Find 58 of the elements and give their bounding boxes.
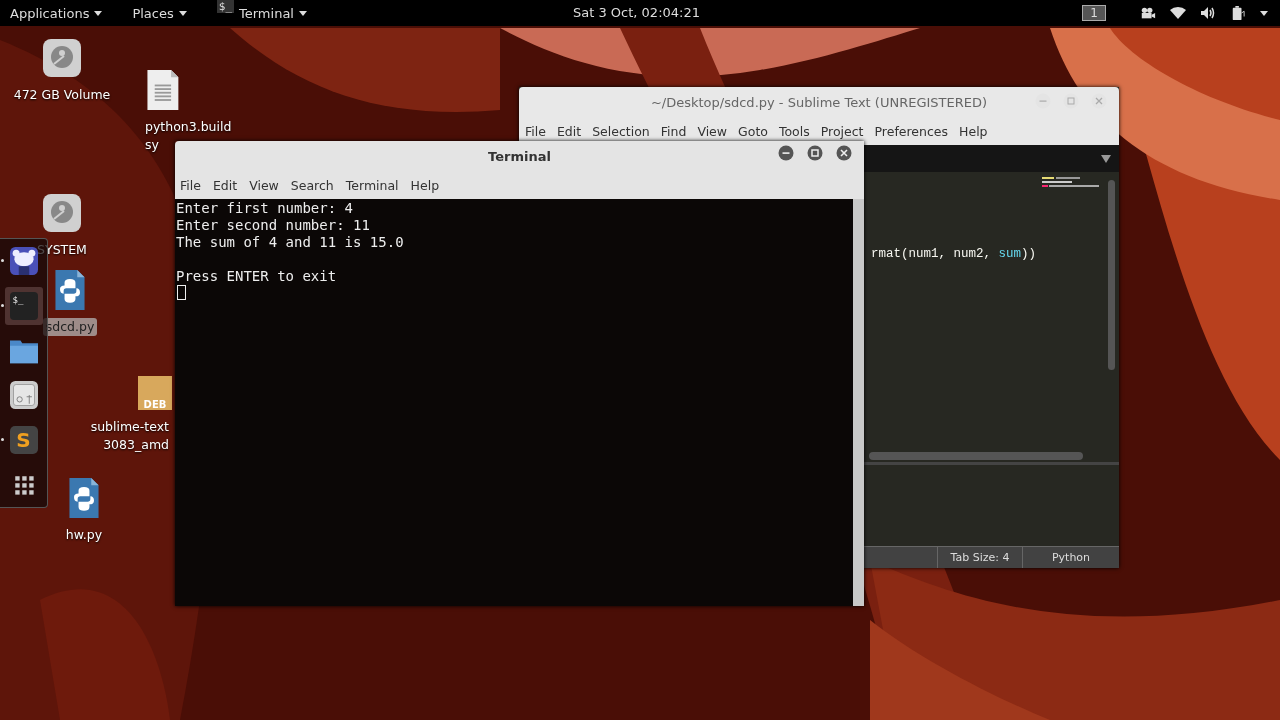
close-button[interactable] — [836, 145, 852, 161]
caret-icon — [298, 10, 307, 16]
file-label: sublime-text — [89, 418, 170, 436]
caret-icon[interactable] — [1260, 10, 1268, 16]
menu-item[interactable]: View — [697, 123, 728, 139]
battery-icon[interactable] — [1230, 6, 1246, 20]
terminal-output-line: The sum of 4 and 11 is 15.0 — [176, 234, 404, 251]
workspace-indicator[interactable]: 1 — [1082, 5, 1106, 21]
hard-drive-icon[interactable] — [42, 38, 82, 78]
menu-item[interactable]: Search — [290, 177, 334, 193]
package-label: DEB — [143, 399, 167, 410]
menu-item[interactable]: Selection — [592, 123, 650, 139]
hard-drive-icon[interactable] — [42, 193, 82, 233]
camera-icon[interactable] — [1140, 6, 1156, 20]
top-bar-menu[interactable]: Places — [122, 0, 197, 26]
scrollbar[interactable] — [853, 199, 864, 606]
file-label: python3.build — [144, 118, 233, 136]
menu-item[interactable]: Goto — [738, 123, 768, 139]
file-label: SYSTEM — [36, 241, 88, 259]
top-bar-menu[interactable]: Applications — [0, 0, 113, 26]
terminal-output-line: Enter first number: 4 — [176, 200, 353, 217]
top-bar-menu[interactable]: $_ Terminal — [206, 0, 317, 26]
terminal-output-line: Press ENTER to exit — [176, 268, 337, 285]
terminal-output-line: Enter second number: 11 — [176, 217, 370, 234]
control-panel-icon — [9, 381, 38, 410]
menu-item[interactable]: Preferences — [874, 123, 949, 139]
file-label: 3083_amd — [102, 436, 170, 454]
menu-item[interactable]: File — [525, 123, 546, 139]
minimize-button[interactable] — [778, 145, 794, 161]
code-line: rmat(num1, num2, sum)) — [871, 247, 1037, 261]
scrollbar[interactable] — [869, 452, 1083, 460]
tab-size-selector[interactable]: Tab Size: 4 — [937, 547, 1022, 568]
file-label: 472 GB Volume — [12, 86, 112, 104]
menu-item[interactable]: Project — [820, 123, 864, 139]
menu-item[interactable]: Edit — [212, 177, 238, 193]
caret-icon[interactable] — [1101, 154, 1111, 163]
caret-icon — [178, 10, 187, 16]
menu-item[interactable]: View — [249, 177, 279, 193]
terminal-icon: $_ — [216, 0, 234, 13]
maximize-button[interactable] — [807, 145, 823, 161]
menu-item[interactable]: Edit — [556, 123, 582, 139]
caret-icon — [94, 10, 103, 16]
menu-item[interactable]: Help — [959, 123, 988, 139]
menu-item[interactable]: Find — [660, 123, 687, 139]
volume-icon[interactable] — [1200, 6, 1216, 20]
menu-item[interactable]: File — [180, 177, 201, 193]
window-title: ~/Desktop/sdcd.py - Sublime Text (UNREGISTERED) — [650, 94, 988, 110]
file-label: sy — [144, 136, 160, 154]
syntax-selector[interactable]: Python — [1022, 547, 1119, 568]
window-title: Terminal — [488, 148, 551, 164]
menu-item[interactable]: Help — [410, 177, 440, 193]
wifi-icon[interactable] — [1170, 6, 1186, 20]
clock[interactable]: Sat 3 Oct, 02:04:21 — [573, 5, 700, 20]
mascot-icon — [9, 247, 38, 276]
file-label: hw.py — [64, 526, 104, 544]
menu-item[interactable]: Terminal — [345, 177, 399, 193]
scrollbar[interactable] — [1108, 180, 1115, 370]
menu-item[interactable]: Tools — [778, 123, 810, 139]
